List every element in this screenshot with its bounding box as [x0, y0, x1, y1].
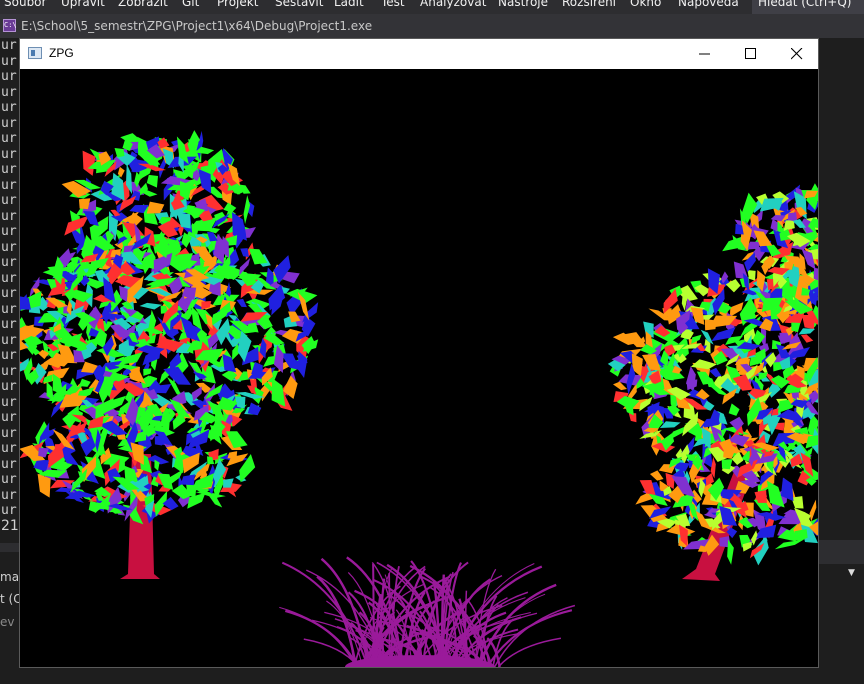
tree-crown-right — [607, 183, 818, 566]
console-line: ur — [1, 487, 17, 503]
console-line: ur — [1, 270, 17, 286]
ide-fragment-text: ev — [0, 615, 15, 629]
tree-right — [607, 183, 818, 581]
ide-menubar: Soubor Upravit Zobrazit Git Projekt Sest… — [0, 0, 864, 14]
console-line: ur — [1, 456, 17, 472]
menu-item-nastroje[interactable]: Nástroje — [498, 0, 548, 8]
console-line: ur — [1, 193, 17, 208]
minimize-button[interactable] — [682, 39, 728, 69]
console-line: ur — [1, 255, 17, 270]
console-line: ur — [1, 317, 17, 332]
menu-item-okno[interactable]: Okno — [630, 0, 661, 8]
ide-fragment-text: mati — [0, 570, 19, 584]
leaf — [139, 302, 162, 310]
menu-item-test[interactable]: Test — [381, 0, 405, 8]
app-title: ZPG — [49, 46, 74, 60]
leaf — [695, 388, 710, 400]
ide-fragment-text: 21 — [1, 518, 19, 534]
scene-canvas — [20, 130, 818, 667]
console-path: E:\School\5_semestr\ZPG\Project1\x64\Deb… — [21, 19, 373, 33]
menu-item-analyzovat[interactable]: Analyzovat — [420, 0, 486, 8]
console-line: ur — [1, 332, 17, 348]
render-viewport[interactable] — [20, 69, 818, 667]
leaf — [690, 359, 717, 370]
ide-fragment-text: t (C — [0, 592, 19, 606]
console-line: ur — [1, 208, 17, 224]
console-line: ur — [1, 131, 17, 146]
console-line: ur — [1, 348, 17, 363]
console-line: ur — [1, 301, 17, 317]
maximize-icon — [745, 48, 756, 59]
console-line: ur — [1, 286, 17, 301]
console-line: ur — [1, 472, 17, 487]
menu-item-napoveda[interactable]: Nápověda — [678, 0, 739, 8]
search-box[interactable]: Hledat (Ctrl+Q) — [752, 0, 864, 14]
console-line: ur — [1, 394, 17, 410]
close-icon — [791, 48, 803, 60]
console-icon: C:\ — [3, 19, 17, 32]
console-line: ur — [1, 379, 17, 394]
grass-clump — [279, 556, 576, 667]
menu-item-ladit[interactable]: Ladit — [334, 0, 364, 8]
menu-item-zobrazit[interactable]: Zobrazit — [118, 0, 168, 8]
console-line: ur — [1, 115, 17, 131]
console-line: ur — [1, 84, 17, 100]
maximize-button[interactable] — [728, 39, 774, 69]
console-line: ur — [1, 441, 17, 456]
console-line: ur — [1, 69, 17, 84]
dropdown-arrow-icon[interactable]: ▼ — [848, 568, 855, 578]
console-titlebar: C:\ E:\School\5_semestr\ZPG\Project1\x64… — [0, 14, 864, 38]
menu-item-sestavit[interactable]: Sestavit — [275, 0, 323, 8]
menu-item-soubor[interactable]: Soubor — [4, 0, 46, 8]
console-line: ur — [1, 53, 17, 69]
console-line: ur — [1, 425, 17, 441]
app-window-icon — [28, 47, 42, 59]
menu-item-projekt[interactable]: Projekt — [217, 0, 258, 8]
ide-panel-header — [819, 540, 864, 564]
ide-panel-header — [0, 543, 19, 552]
console-line: ur — [1, 162, 17, 177]
app-window[interactable]: ZPG — [19, 38, 819, 668]
menu-item-rozsireni[interactable]: Rozšíření — [562, 0, 616, 8]
console-line: ur — [1, 100, 17, 115]
console-line: ur — [1, 38, 17, 53]
menu-item-git[interactable]: Git — [182, 0, 199, 8]
console-line: ur — [1, 177, 17, 193]
leaf — [728, 403, 740, 416]
console-line: ur — [1, 224, 17, 239]
close-button[interactable] — [774, 39, 820, 69]
console-line: ur — [1, 239, 17, 255]
tree-crown-left — [20, 130, 319, 525]
minimize-icon — [699, 53, 710, 55]
console-line: ur — [1, 363, 17, 379]
search-label: Hledat (Ctrl+Q) — [758, 0, 852, 9]
console-line: ur — [1, 146, 17, 162]
app-titlebar[interactable]: ZPG — [20, 39, 818, 69]
tree-left — [20, 130, 319, 579]
menu-item-upravit[interactable]: Upravit — [61, 0, 105, 8]
console-output: ur ur ur ur ur ur ur ur ur ur ur ur ur ur ur ur ur ur ur ur… — [0, 38, 20, 518]
console-line: ur — [1, 410, 17, 425]
